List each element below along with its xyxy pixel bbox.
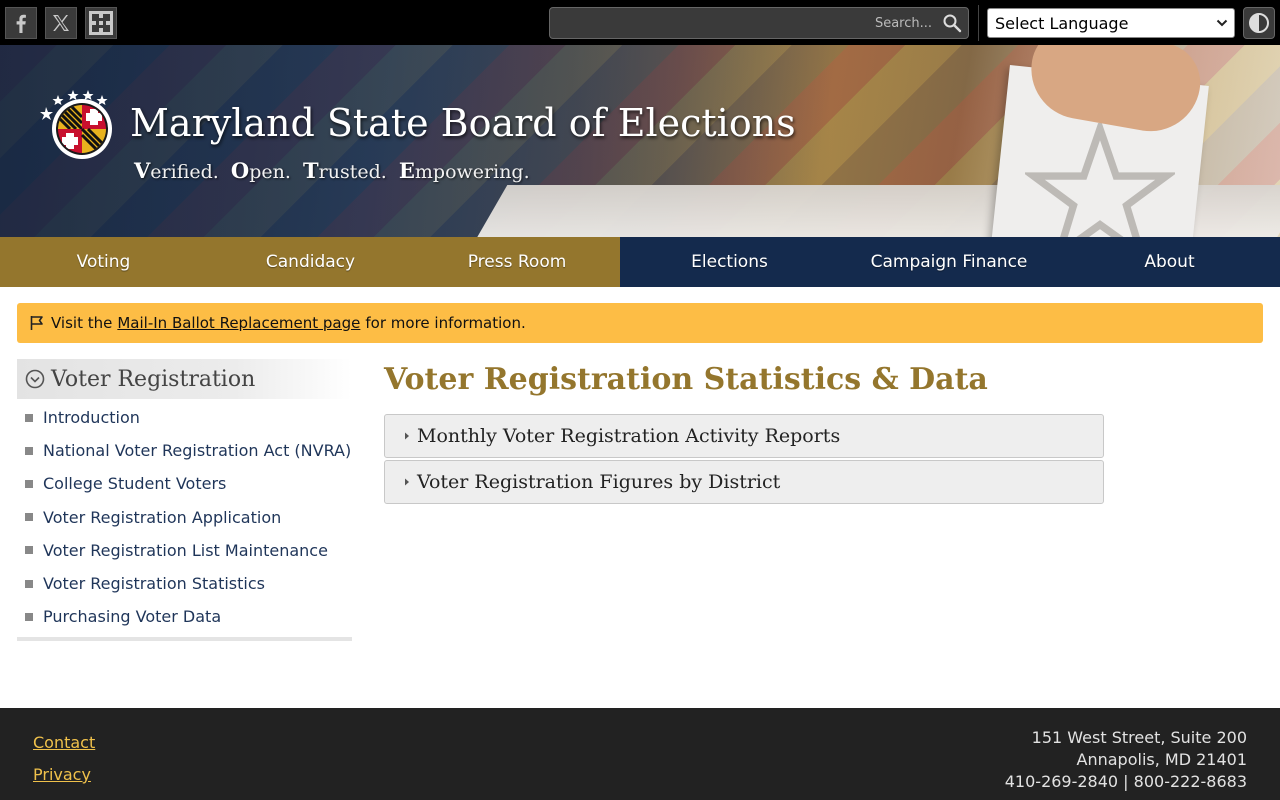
tagline-word: Verified. (134, 158, 219, 183)
footer-address-line: 151 West Street, Suite 200 (1031, 728, 1247, 747)
caret-right-icon (405, 478, 409, 486)
facebook-link[interactable] (5, 7, 37, 39)
sidebar-item-nvra[interactable]: National Voter Registration Act (NVRA) (17, 434, 352, 467)
accordion-label: Voter Registration Figures by District (417, 471, 781, 493)
page-title: Voter Registration Statistics & Data (384, 362, 988, 397)
flickr-icon (89, 11, 113, 35)
tagline-word: Trusted. (303, 158, 387, 183)
language-select[interactable]: Select Language (987, 8, 1235, 38)
bullet-icon (25, 479, 33, 488)
sidebar-heading[interactable]: Voter Registration (17, 359, 352, 399)
site-title: Maryland State Board of Elections (130, 101, 796, 145)
sidebar-item-voter-registration-application[interactable]: Voter Registration Application (17, 501, 352, 534)
sidebar-item-college-student-voters[interactable]: College Student Voters (17, 467, 352, 500)
x-link[interactable] (45, 7, 77, 39)
footer-address-line: Annapolis, MD 21401 (1076, 750, 1247, 769)
footer-phone-line: 410-269-2840 | 800-222-8683 (1004, 772, 1247, 791)
alert-suffix: for more information. (365, 314, 526, 332)
sidebar: Voter Registration Introduction National… (17, 359, 352, 641)
search-input[interactable] (558, 8, 932, 38)
alert-banner: Visit the Mail-In Ballot Replacement pag… (17, 303, 1263, 343)
nav-item-about[interactable]: About (1059, 237, 1280, 287)
bullet-icon (25, 446, 33, 455)
bullet-icon (25, 513, 33, 522)
bullet-icon (25, 579, 33, 588)
sidebar-heading-label: Voter Registration (51, 366, 256, 392)
accordion-monthly-activity-reports[interactable]: Monthly Voter Registration Activity Repo… (384, 414, 1104, 458)
alert-prefix: Visit the (51, 314, 113, 332)
search-box (549, 7, 969, 39)
bullet-icon (25, 612, 33, 621)
chevron-circle-down-icon (25, 369, 45, 389)
tagline-word: Open. (230, 158, 291, 183)
contrast-toggle-button[interactable] (1243, 7, 1275, 39)
site-tagline: Verified. Open. Trusted. Empowering. (134, 158, 530, 183)
contrast-icon (1249, 13, 1269, 33)
bullet-icon (25, 413, 33, 422)
footer: Contact Privacy 151 West Street, Suite 2… (0, 708, 1280, 800)
nav-item-candidacy[interactable]: Candidacy (207, 237, 414, 287)
header-banner: Maryland State Board of Elections Verifi… (0, 45, 1280, 237)
sidebar-item-voter-registration-statistics[interactable]: Voter Registration Statistics (17, 567, 352, 600)
mail-in-ballot-replacement-link[interactable]: Mail-In Ballot Replacement page (117, 314, 360, 332)
nav-item-elections[interactable]: Elections (620, 237, 839, 287)
accordion-label: Monthly Voter Registration Activity Repo… (417, 425, 841, 447)
nav-item-campaign-finance[interactable]: Campaign Finance (839, 237, 1059, 287)
search-icon[interactable] (942, 13, 962, 33)
x-icon (53, 15, 69, 31)
sidebar-item-purchasing-voter-data[interactable]: Purchasing Voter Data (17, 600, 352, 633)
flag-icon (30, 316, 43, 330)
maryland-seal-logo (40, 90, 112, 159)
accordion-figures-by-district[interactable]: Voter Registration Figures by District (384, 460, 1104, 504)
caret-right-icon (405, 432, 409, 440)
tagline-word: Empowering. (398, 158, 530, 183)
topbar-divider (978, 5, 979, 41)
footer-contact-link[interactable]: Contact (33, 733, 95, 752)
language-select-value: Select Language (995, 13, 1129, 33)
nav-item-voting[interactable]: Voting (0, 237, 207, 287)
nav-item-press-room[interactable]: Press Room (414, 237, 620, 287)
flickr-link[interactable] (85, 7, 117, 39)
footer-privacy-link[interactable]: Privacy (33, 765, 91, 784)
sidebar-item-introduction[interactable]: Introduction (17, 401, 352, 434)
sidebar-item-list-maintenance[interactable]: Voter Registration List Maintenance (17, 534, 352, 567)
main-nav: Voting Candidacy Press Room Elections Ca… (0, 237, 1280, 287)
star-icon (1025, 123, 1175, 237)
top-bar: Select Language (0, 0, 1280, 45)
sidebar-list: Introduction National Voter Registration… (17, 401, 352, 633)
facebook-icon (16, 14, 26, 33)
bullet-icon (25, 546, 33, 555)
chevron-down-icon (1216, 19, 1228, 27)
